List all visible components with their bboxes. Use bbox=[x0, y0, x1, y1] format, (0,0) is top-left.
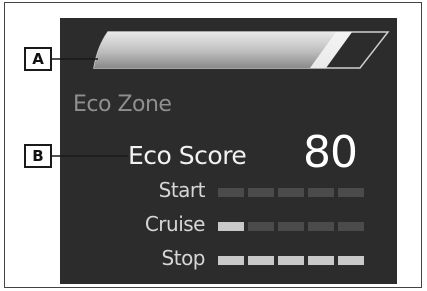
start-score-bar bbox=[218, 188, 364, 197]
eco-zone-label: Eco Zone bbox=[73, 92, 172, 117]
stop-row-label: Stop bbox=[161, 246, 206, 270]
callout-b-label: B bbox=[24, 144, 52, 168]
cruise-bar-segment-1 bbox=[218, 222, 244, 231]
stop-bar-segment-4 bbox=[308, 256, 334, 265]
start-bar-segment-1 bbox=[218, 188, 244, 197]
stop-score-bar bbox=[218, 256, 364, 265]
start-bar-segment-3 bbox=[278, 188, 304, 197]
eco-zone-gauge bbox=[93, 31, 390, 69]
start-bar-segment-5 bbox=[338, 188, 364, 197]
eco-score-label: Eco Score bbox=[128, 141, 247, 170]
eco-score-value: 80 bbox=[303, 127, 358, 178]
callout-a-label: A bbox=[24, 47, 52, 71]
stop-bar-segment-3 bbox=[278, 256, 304, 265]
cruise-bar-segment-4 bbox=[308, 222, 334, 231]
stop-bar-segment-2 bbox=[248, 256, 274, 265]
cruise-bar-segment-5 bbox=[338, 222, 364, 231]
gauge-fill bbox=[94, 32, 352, 68]
start-row-label: Start bbox=[158, 178, 206, 202]
cruise-row-label: Cruise bbox=[144, 212, 206, 236]
cruise-bar-segment-3 bbox=[278, 222, 304, 231]
start-bar-segment-4 bbox=[308, 188, 334, 197]
stop-bar-segment-5 bbox=[338, 256, 364, 265]
cruise-bar-segment-2 bbox=[248, 222, 274, 231]
cruise-score-bar bbox=[218, 222, 364, 231]
start-bar-segment-2 bbox=[248, 188, 274, 197]
stop-bar-segment-1 bbox=[218, 256, 244, 265]
